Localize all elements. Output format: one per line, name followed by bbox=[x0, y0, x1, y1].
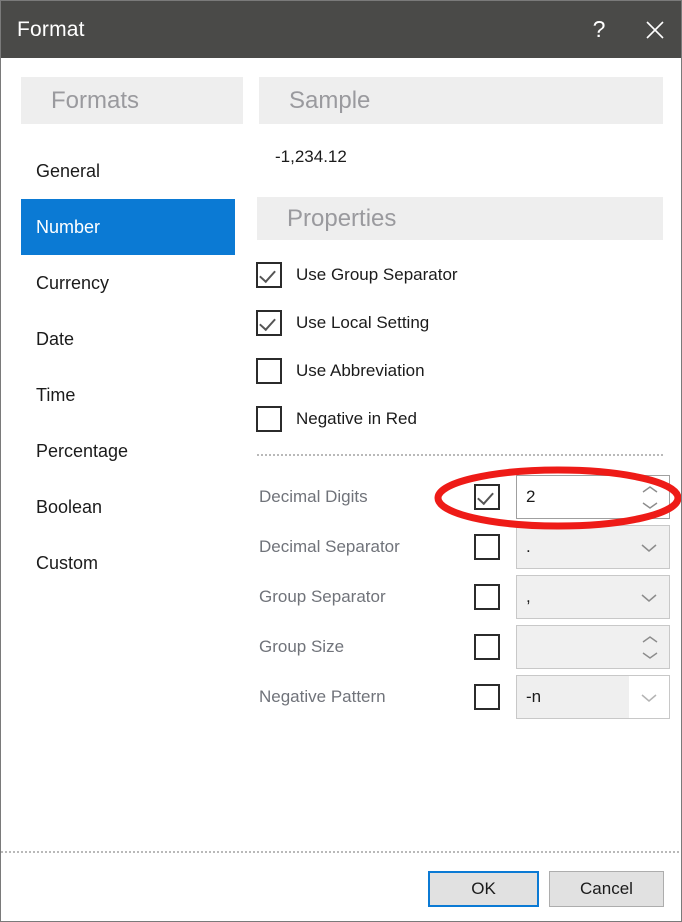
sidebar-item-label: Boolean bbox=[36, 496, 103, 517]
group-separator-label: Group Separator bbox=[259, 587, 386, 606]
format-dialog: Format ? Formats Sample Properties Gener… bbox=[0, 0, 682, 922]
negative-pattern-dropdown[interactable]: -n bbox=[516, 675, 670, 719]
group-separator-value: , bbox=[526, 587, 531, 606]
group-separator-dropdown[interactable]: , bbox=[516, 575, 670, 619]
sidebar-item-label: Time bbox=[36, 384, 76, 405]
decimal-separator-checkbox[interactable] bbox=[474, 534, 500, 560]
decimal-digits-stepper[interactable] bbox=[631, 485, 669, 510]
field-row-decimal-separator: Decimal Separator . bbox=[259, 525, 670, 569]
question-mark-icon: ? bbox=[592, 16, 606, 42]
chevron-down-icon bbox=[641, 543, 657, 552]
use-abbreviation-checkbox[interactable] bbox=[256, 358, 282, 384]
decimal-separator-dropdown[interactable]: . bbox=[516, 525, 670, 569]
formats-header-label: Formats bbox=[51, 86, 140, 114]
sidebar-item-label: General bbox=[36, 160, 101, 181]
sidebar-item-time[interactable]: Time bbox=[21, 367, 235, 423]
decimal-digits-checkbox[interactable] bbox=[474, 484, 500, 510]
decimal-separator-label: Decimal Separator bbox=[259, 537, 400, 556]
ok-button-label: OK bbox=[471, 879, 496, 898]
sidebar-item-date[interactable]: Date bbox=[21, 311, 235, 367]
sidebar-item-label: Percentage bbox=[36, 440, 129, 461]
group-separator-chevron[interactable] bbox=[629, 592, 669, 603]
window-title: Format bbox=[17, 17, 85, 41]
decimal-digits-label: Decimal Digits bbox=[259, 487, 368, 506]
title-bar: Format ? bbox=[1, 1, 681, 58]
negative-pattern-chevron[interactable] bbox=[629, 692, 669, 703]
negative-in-red-checkbox[interactable] bbox=[256, 406, 282, 432]
sample-value: -1,234.12 bbox=[275, 147, 347, 166]
properties-section-header: Properties bbox=[257, 197, 663, 240]
checkbox-row-use-local-setting[interactable]: Use Local Setting bbox=[256, 310, 429, 336]
chevron-up-icon[interactable] bbox=[641, 635, 659, 644]
use-local-setting-checkbox[interactable] bbox=[256, 310, 282, 336]
field-row-decimal-digits: Decimal Digits 2 bbox=[259, 475, 670, 519]
field-row-group-size: Group Size bbox=[259, 625, 670, 669]
formats-section-header: Formats bbox=[21, 77, 243, 124]
checkbox-label: Use Abbreviation bbox=[296, 361, 425, 380]
decimal-separator-chevron[interactable] bbox=[629, 542, 669, 553]
checkbox-label: Negative in Red bbox=[296, 409, 417, 428]
field-row-negative-pattern: Negative Pattern -n bbox=[259, 675, 670, 719]
checkbox-row-use-group-separator[interactable]: Use Group Separator bbox=[256, 262, 458, 288]
help-button[interactable]: ? bbox=[571, 1, 627, 58]
ok-button[interactable]: OK bbox=[428, 871, 539, 907]
sidebar-item-label: Date bbox=[36, 328, 75, 349]
chevron-down-icon bbox=[641, 693, 657, 702]
sample-header-label: Sample bbox=[289, 86, 371, 114]
close-icon bbox=[646, 20, 664, 39]
negative-pattern-checkbox[interactable] bbox=[474, 684, 500, 710]
chevron-up-icon[interactable] bbox=[641, 485, 659, 494]
group-size-checkbox[interactable] bbox=[474, 634, 500, 660]
properties-header-label: Properties bbox=[287, 204, 397, 232]
group-separator-checkbox[interactable] bbox=[474, 584, 500, 610]
use-group-separator-checkbox[interactable] bbox=[256, 262, 282, 288]
footer-divider bbox=[1, 851, 681, 853]
group-size-label: Group Size bbox=[259, 637, 345, 656]
sample-section-header: Sample bbox=[259, 77, 663, 124]
checkbox-row-negative-in-red[interactable]: Negative in Red bbox=[256, 406, 417, 432]
cancel-button[interactable]: Cancel bbox=[549, 871, 664, 907]
close-button[interactable] bbox=[627, 1, 681, 58]
group-size-stepper[interactable] bbox=[631, 635, 669, 660]
sidebar-item-custom[interactable]: Custom bbox=[21, 535, 235, 591]
decimal-separator-value: . bbox=[526, 537, 531, 556]
checkbox-label: Use Group Separator bbox=[296, 265, 458, 284]
formats-list: General Number Currency Date Time Percen… bbox=[21, 143, 235, 591]
sidebar-item-currency[interactable]: Currency bbox=[21, 255, 235, 311]
sidebar-item-boolean[interactable]: Boolean bbox=[21, 479, 235, 535]
checkbox-label: Use Local Setting bbox=[296, 313, 430, 332]
sidebar-item-percentage[interactable]: Percentage bbox=[21, 423, 235, 479]
negative-pattern-label: Negative Pattern bbox=[259, 687, 386, 706]
chevron-down-icon[interactable] bbox=[641, 501, 659, 510]
chevron-down-icon bbox=[641, 593, 657, 602]
sidebar-item-general[interactable]: General bbox=[21, 143, 235, 199]
decimal-digits-input[interactable]: 2 bbox=[516, 475, 670, 519]
group-size-input[interactable] bbox=[516, 625, 670, 669]
decimal-digits-value: 2 bbox=[526, 487, 536, 506]
properties-divider bbox=[257, 454, 663, 456]
field-row-group-separator: Group Separator , bbox=[259, 575, 670, 619]
sidebar-item-label: Currency bbox=[36, 272, 110, 293]
checkbox-row-use-abbreviation[interactable]: Use Abbreviation bbox=[256, 358, 425, 384]
chevron-down-icon[interactable] bbox=[641, 651, 659, 660]
sidebar-item-label: Custom bbox=[36, 552, 99, 573]
sidebar-item-label: Number bbox=[36, 216, 101, 237]
sidebar-item-number[interactable]: Number bbox=[21, 199, 235, 255]
negative-pattern-value: -n bbox=[517, 676, 629, 718]
cancel-button-label: Cancel bbox=[580, 879, 633, 898]
